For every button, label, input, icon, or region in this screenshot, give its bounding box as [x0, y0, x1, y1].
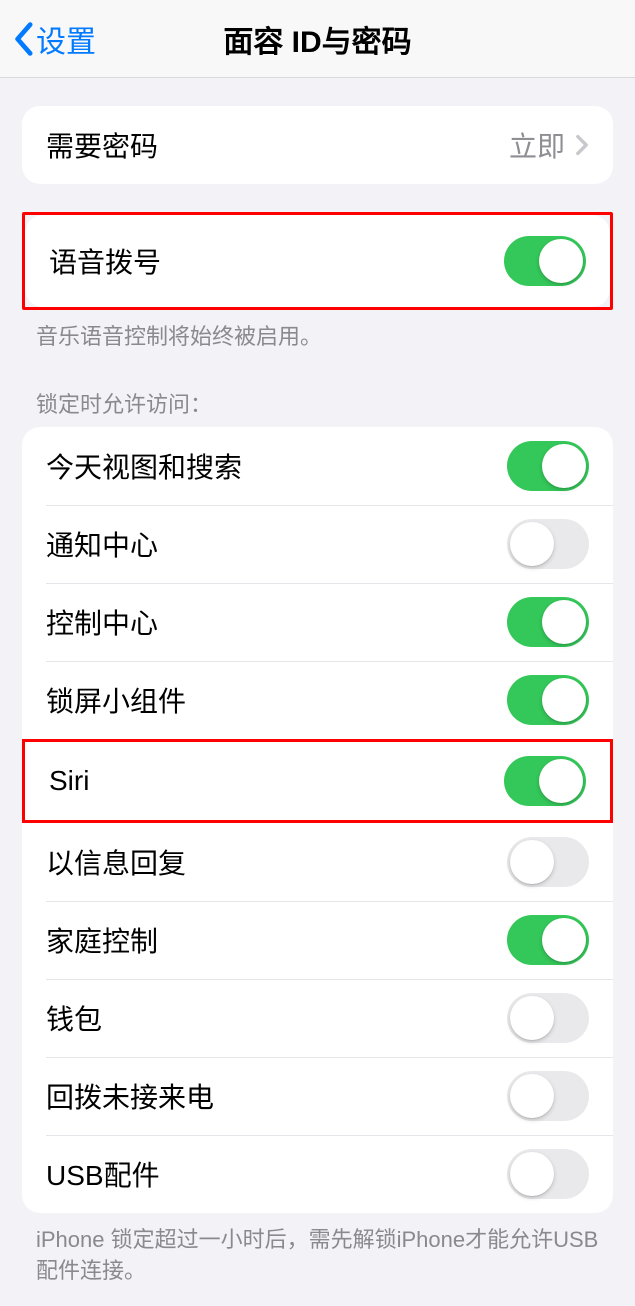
- lock-access-label: 回拨未接来电: [46, 1076, 214, 1116]
- lock-access-toggle[interactable]: [507, 837, 589, 887]
- chevron-right-icon: [575, 133, 589, 157]
- lock-access-label: Siri: [49, 765, 89, 797]
- lock-access-label: 控制中心: [46, 602, 158, 642]
- voice-dial-group: 语音拨号: [25, 215, 610, 307]
- voice-dial-highlight: 语音拨号: [22, 212, 613, 310]
- lock-access-label: USB配件: [46, 1154, 160, 1194]
- nav-bar: 设置 面容 ID与密码: [0, 0, 635, 78]
- voice-dial-footer: 音乐语音控制将始终被启用。: [0, 310, 635, 353]
- lock-access-label: 家庭控制: [46, 920, 158, 960]
- lock-access-toggle[interactable]: [507, 1071, 589, 1121]
- lock-access-label: 以信息回复: [46, 842, 186, 882]
- lock-access-row: 通知中心: [22, 505, 613, 583]
- voice-dial-label: 语音拨号: [49, 241, 161, 281]
- lock-access-toggle[interactable]: [507, 597, 589, 647]
- require-passcode-group: 需要密码 立即: [22, 106, 613, 184]
- lock-access-label: 通知中心: [46, 524, 158, 564]
- back-button[interactable]: 设置: [12, 17, 96, 61]
- lock-access-toggle[interactable]: [507, 519, 589, 569]
- lock-access-group: 今天视图和搜索通知中心控制中心锁屏小组件 Siri 以信息回复家庭控制钱包回拨未接来…: [22, 427, 613, 1213]
- siri-highlight: Siri: [22, 739, 613, 823]
- lock-access-row: Siri: [25, 742, 610, 820]
- lock-access-toggle[interactable]: [507, 441, 589, 491]
- lock-access-label: 今天视图和搜索: [46, 446, 242, 486]
- voice-dial-row: 语音拨号: [25, 215, 610, 307]
- lock-access-row: USB配件: [22, 1135, 613, 1213]
- voice-dial-toggle[interactable]: [504, 236, 586, 286]
- lock-access-row: 控制中心: [22, 583, 613, 661]
- lock-access-row: 回拨未接来电: [22, 1057, 613, 1135]
- lock-access-toggle[interactable]: [504, 756, 586, 806]
- lock-access-footer: iPhone 锁定超过一小时后，需先解锁iPhone才能允许USB 配件连接。: [0, 1213, 635, 1287]
- lock-access-toggle[interactable]: [507, 675, 589, 725]
- lock-access-toggle[interactable]: [507, 993, 589, 1043]
- lock-access-row: 钱包: [22, 979, 613, 1057]
- lock-access-row: 锁屏小组件: [22, 661, 613, 739]
- lock-access-row: 以信息回复: [22, 823, 613, 901]
- lock-access-header: 锁定时允许访问：: [0, 353, 635, 421]
- chevron-left-icon: [12, 21, 34, 57]
- page-title: 面容 ID与密码: [223, 17, 411, 61]
- require-passcode-row[interactable]: 需要密码 立即: [22, 106, 613, 184]
- lock-access-toggle[interactable]: [507, 1149, 589, 1199]
- lock-access-row: 家庭控制: [22, 901, 613, 979]
- back-label: 设置: [36, 17, 96, 61]
- require-passcode-value: 立即: [509, 125, 565, 165]
- lock-access-label: 钱包: [46, 998, 102, 1038]
- lock-access-row: 今天视图和搜索: [22, 427, 613, 505]
- require-passcode-label: 需要密码: [46, 125, 158, 165]
- lock-access-label: 锁屏小组件: [46, 680, 186, 720]
- lock-access-toggle[interactable]: [507, 915, 589, 965]
